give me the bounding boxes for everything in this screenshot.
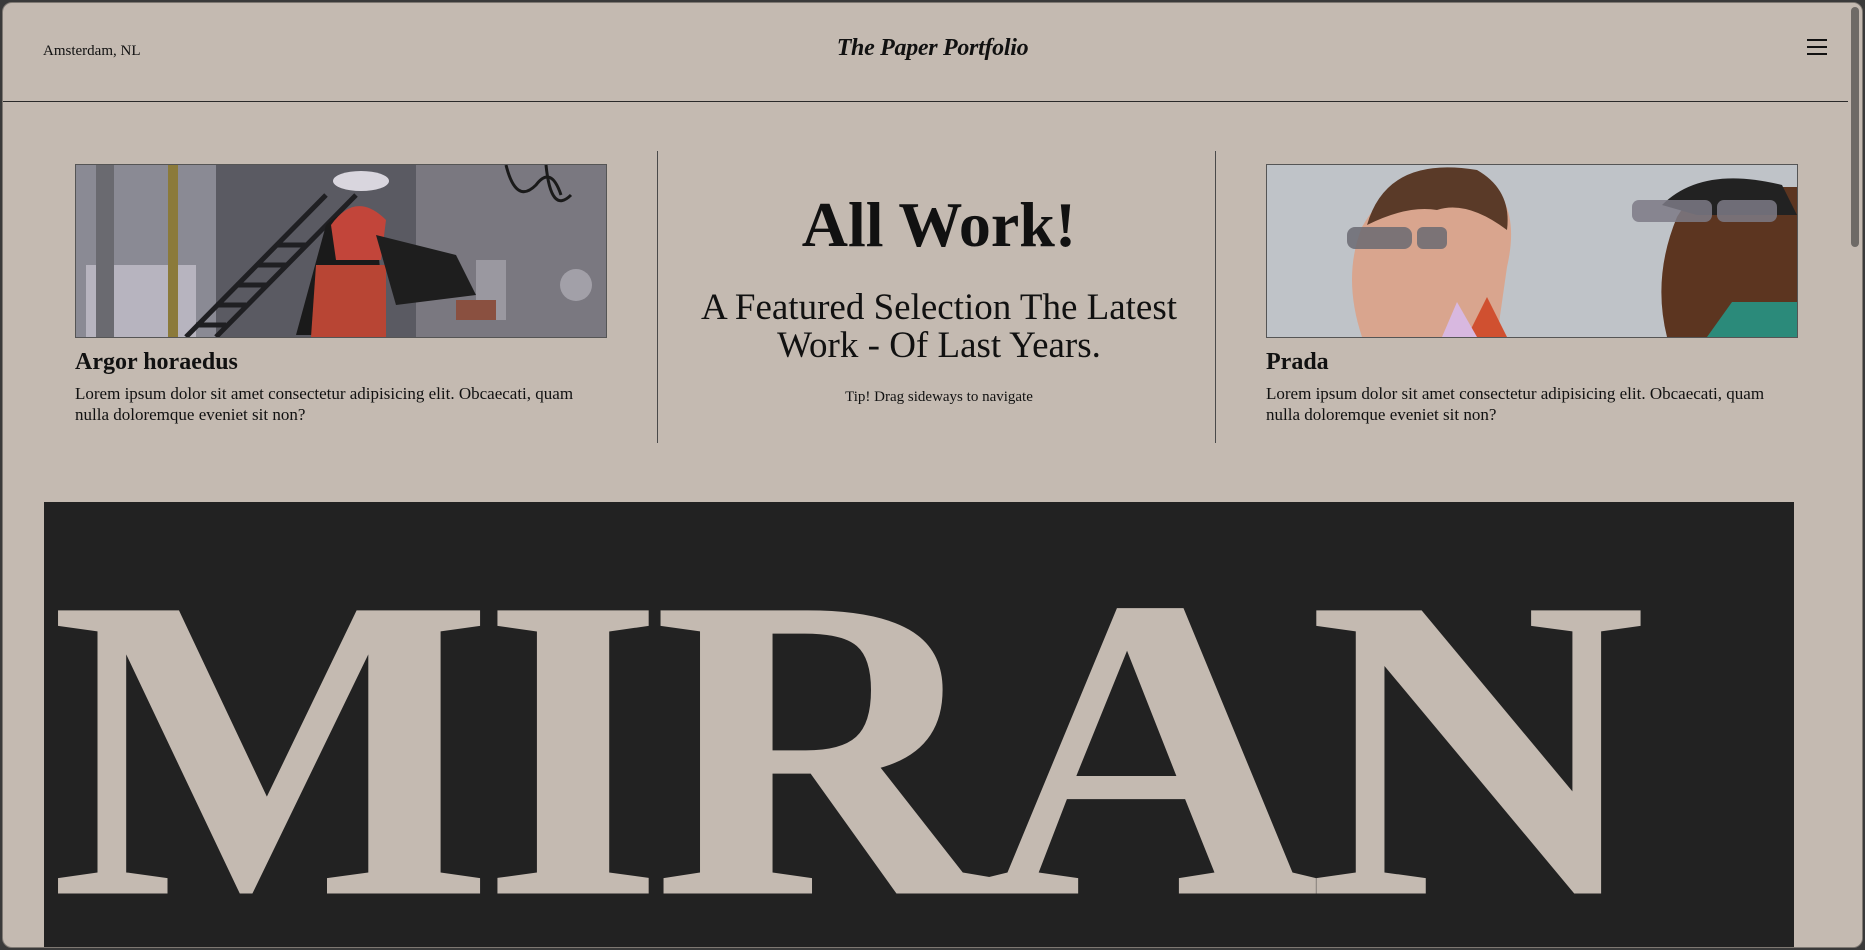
browser-window: Amsterdam, NL The Paper Portfolio Argor …: [2, 2, 1863, 948]
column-divider: [657, 151, 658, 443]
menu-line: [1807, 53, 1827, 55]
card-description: Lorem ipsum dolor sit amet consectetur a…: [75, 384, 574, 425]
page-subheadline: A Featured Selection The Latest Work - O…: [700, 287, 1178, 366]
column-divider: [1215, 151, 1216, 443]
card-description: Lorem ipsum dolor sit amet consectetur a…: [1266, 384, 1765, 425]
banner-word: MIRAN: [50, 508, 1647, 947]
work-card-prada[interactable]: Prada Lorem ipsum dolor sit amet consect…: [1266, 164, 1798, 425]
page-headline: All Work!: [801, 189, 1077, 260]
site-header: Amsterdam, NL The Paper Portfolio: [3, 3, 1862, 102]
hamburger-menu-icon[interactable]: [1807, 39, 1827, 59]
industrial-worker-illustration[interactable]: [75, 164, 607, 338]
work-card-argor[interactable]: Argor horaedus Lorem ipsum dolor sit ame…: [75, 164, 607, 425]
card-title[interactable]: Prada: [1266, 349, 1798, 375]
featured-intro: All Work! A Featured Selection The Lates…: [659, 183, 1219, 406]
vertical-scrollbar[interactable]: [1848, 3, 1862, 947]
brand-logo[interactable]: The Paper Portfolio: [3, 35, 1862, 62]
card-title[interactable]: Argor horaedus: [75, 349, 607, 375]
sunglasses-portrait-illustration[interactable]: [1266, 164, 1798, 338]
project-banner[interactable]: MIRAN: [44, 502, 1794, 947]
scrollbar-thumb[interactable]: [1851, 7, 1859, 247]
navigation-tip: Tip! Drag sideways to navigate: [845, 389, 1033, 405]
menu-line: [1807, 39, 1827, 41]
menu-line: [1807, 46, 1827, 48]
